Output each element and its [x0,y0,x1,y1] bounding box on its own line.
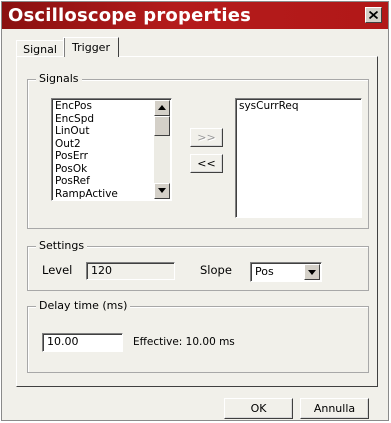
title-bar[interactable]: Oscilloscope properties [2,2,388,29]
close-button[interactable] [365,7,382,23]
signals-group: Signals EncPos EncSpd LinOut Out2 PosErr… [27,72,369,229]
arrow-up-icon [158,105,166,110]
selected-signals-list[interactable]: sysCurrReq [235,98,362,218]
slope-dropdown-button[interactable] [304,264,320,280]
delay-time-group: Delay time (ms) 10.00 Effective: 10.00 m… [27,299,369,373]
arrow-down-icon [158,188,166,193]
scroll-up-button[interactable] [154,100,170,116]
scroll-down-button[interactable] [154,183,170,199]
slope-value: Pos [255,265,274,278]
available-signals-list[interactable]: EncPos EncSpd LinOut Out2 PosErr PosOk P… [51,98,172,201]
level-label: Level [42,263,73,277]
slope-select[interactable]: Pos [250,262,322,282]
settings-group-label: Settings [36,239,88,253]
level-field[interactable]: 120 [86,262,175,280]
chevron-down-icon [308,270,316,275]
tab-trigger[interactable]: Trigger [63,37,119,57]
slope-label: Slope [200,263,232,277]
window-title: Oscilloscope properties [8,5,252,26]
cancel-button[interactable]: Annulla [300,398,369,419]
list-scrollbar[interactable] [154,100,170,199]
add-signal-button[interactable]: >> [190,128,223,147]
settings-group: Settings Level 120 Slope Pos [27,239,369,291]
delay-time-input[interactable]: 10.00 [42,333,123,352]
signals-group-label: Signals [36,72,82,86]
trigger-tab-panel: Signals EncPos EncSpd LinOut Out2 PosErr… [16,56,378,387]
oscilloscope-properties-dialog: Oscilloscope properties Signal Trigger S… [1,1,389,421]
tab-signal[interactable]: Signal [16,40,64,57]
close-icon [369,11,378,19]
remove-signal-button[interactable]: << [190,154,223,173]
scroll-thumb[interactable] [154,116,170,136]
effective-delay-text: Effective: 10.00 ms [133,336,235,348]
list-item[interactable]: sysCurrReq [236,99,361,113]
ok-button[interactable]: OK [224,398,293,419]
delay-time-group-label: Delay time (ms) [36,299,131,313]
